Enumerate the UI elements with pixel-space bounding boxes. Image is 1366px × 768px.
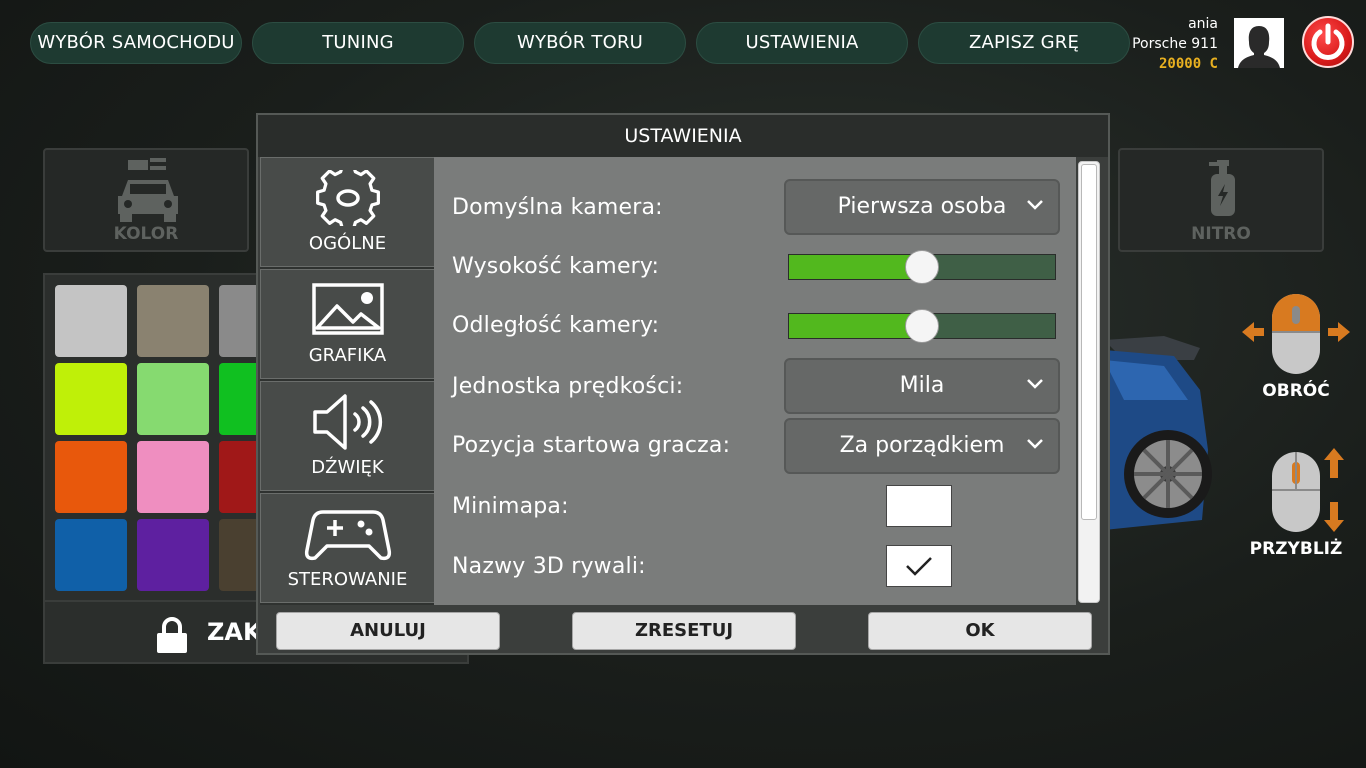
nav-zapisz-gre[interactable]: ZAPISZ GRĘ [918,22,1130,64]
height-slider-fill [789,255,922,279]
user-credits: 20000 C [1158,56,1218,72]
minimap-label: Minimapa: [452,494,569,519]
camera-label: Domyślna kamera: [452,195,663,220]
tab-grafika-label: GRAFIKA [308,345,387,366]
tab-ogolne-label: OGÓLNE [308,233,387,254]
dialog-title: USTAWIENIA [258,115,1108,157]
rotate-hint: OBRÓĆ [1238,290,1354,401]
cancel-button[interactable]: ANULUJ [276,612,500,650]
color-swatch[interactable] [137,441,209,513]
lock-icon [157,617,187,653]
height-slider-handle[interactable] [905,250,939,284]
distance-slider-handle[interactable] [905,309,939,343]
color-swatch[interactable] [55,363,127,435]
color-swatch[interactable] [55,285,127,357]
camera-value: Pierwsza osoba [837,194,1007,219]
nav-wybor-toru[interactable]: WYBÓR TORU [474,22,686,64]
kolor-tile[interactable]: KOLOR [43,148,249,252]
settings-tabs: OGÓLNE GRAFIKA DŹWIĘK STEROWANIE [260,157,434,605]
kolor-label: KOLOR [113,224,179,244]
avatar[interactable] [1234,18,1284,68]
nav-tuning[interactable]: TUNING [252,22,464,64]
nitro-label: NITRO [1191,224,1251,244]
gear-icon [316,170,380,226]
color-swatch[interactable] [55,519,127,591]
gamepad-icon [304,510,392,561]
minimap-checkbox[interactable] [886,485,952,527]
nitro-tile[interactable]: NITRO [1118,148,1324,252]
start-pos-label: Pozycja startowa gracza: [452,433,731,458]
color-swatch[interactable] [137,285,209,357]
speed-unit-label: Jednostka prędkości: [452,374,684,399]
settings-scrollbar[interactable] [1078,161,1100,603]
rivals-label: Nazwy 3D rywali: [452,554,646,579]
scrollbar-thumb[interactable] [1081,164,1097,520]
user-info: ania Porsche 911 20000 C [1132,14,1218,74]
speed-unit-dropdown[interactable]: Mila [784,358,1060,414]
reset-button[interactable]: ZRESETUJ [572,612,796,650]
zoom-hint: PRZYBLIŻ [1238,448,1354,559]
rivals-checkbox[interactable] [886,545,952,587]
nav-wybor-samochodu[interactable]: WYBÓR SAMOCHODU [30,22,242,64]
mouse-left-right-icon [1242,294,1350,374]
tab-sterowanie[interactable]: STEROWANIE [260,493,434,603]
distance-slider-fill [789,314,922,338]
nav-ustawienia[interactable]: USTAWIENIA [696,22,908,64]
start-pos-dropdown[interactable]: Za porządkiem [784,418,1060,474]
distance-slider[interactable] [788,309,1056,343]
camera-dropdown[interactable]: Pierwsza osoba [784,179,1060,235]
tab-ogolne[interactable]: OGÓLNE [260,157,434,267]
tab-dzwiek[interactable]: DŹWIĘK [260,381,434,491]
image-icon [312,283,384,335]
tab-dzwiek-label: DŹWIĘK [311,457,384,478]
zoom-label: PRZYBLIŻ [1249,539,1343,559]
settings-content: Domyślna kamera: Pierwsza osoba Wysokość… [434,157,1076,605]
user-car: Porsche 911 [1132,36,1218,52]
car-paint-icon [118,158,178,222]
mouse-scroll-icon [1272,448,1344,532]
chevron-down-icon [1027,439,1043,449]
height-label: Wysokość kamery: [452,254,660,279]
settings-dialog: USTAWIENIA OGÓLNE GRAFIKA DŹWIĘK STEROWA… [256,113,1110,655]
color-swatch[interactable] [55,441,127,513]
speed-unit-value: Mila [899,373,945,398]
user-silhouette-icon [1234,18,1284,68]
height-slider[interactable] [788,250,1056,284]
ok-button[interactable]: OK [868,612,1092,650]
speaker-icon [313,394,383,450]
power-button[interactable] [1302,16,1354,68]
color-swatch[interactable] [137,363,209,435]
nitro-bottle-icon [1209,160,1235,216]
car-preview [1104,336,1212,530]
chevron-down-icon [1027,200,1043,210]
color-swatch[interactable] [137,519,209,591]
start-pos-value: Za porządkiem [839,433,1005,458]
distance-label: Odległość kamery: [452,313,660,338]
user-name: ania [1188,16,1218,32]
power-icon [1311,23,1345,60]
rotate-label: OBRÓĆ [1262,381,1330,401]
tab-grafika[interactable]: GRAFIKA [260,269,434,379]
color-palette [43,273,291,603]
tab-sterowanie-label: STEROWANIE [287,569,408,590]
checkmark-icon [906,557,932,576]
chevron-down-icon [1027,379,1043,389]
